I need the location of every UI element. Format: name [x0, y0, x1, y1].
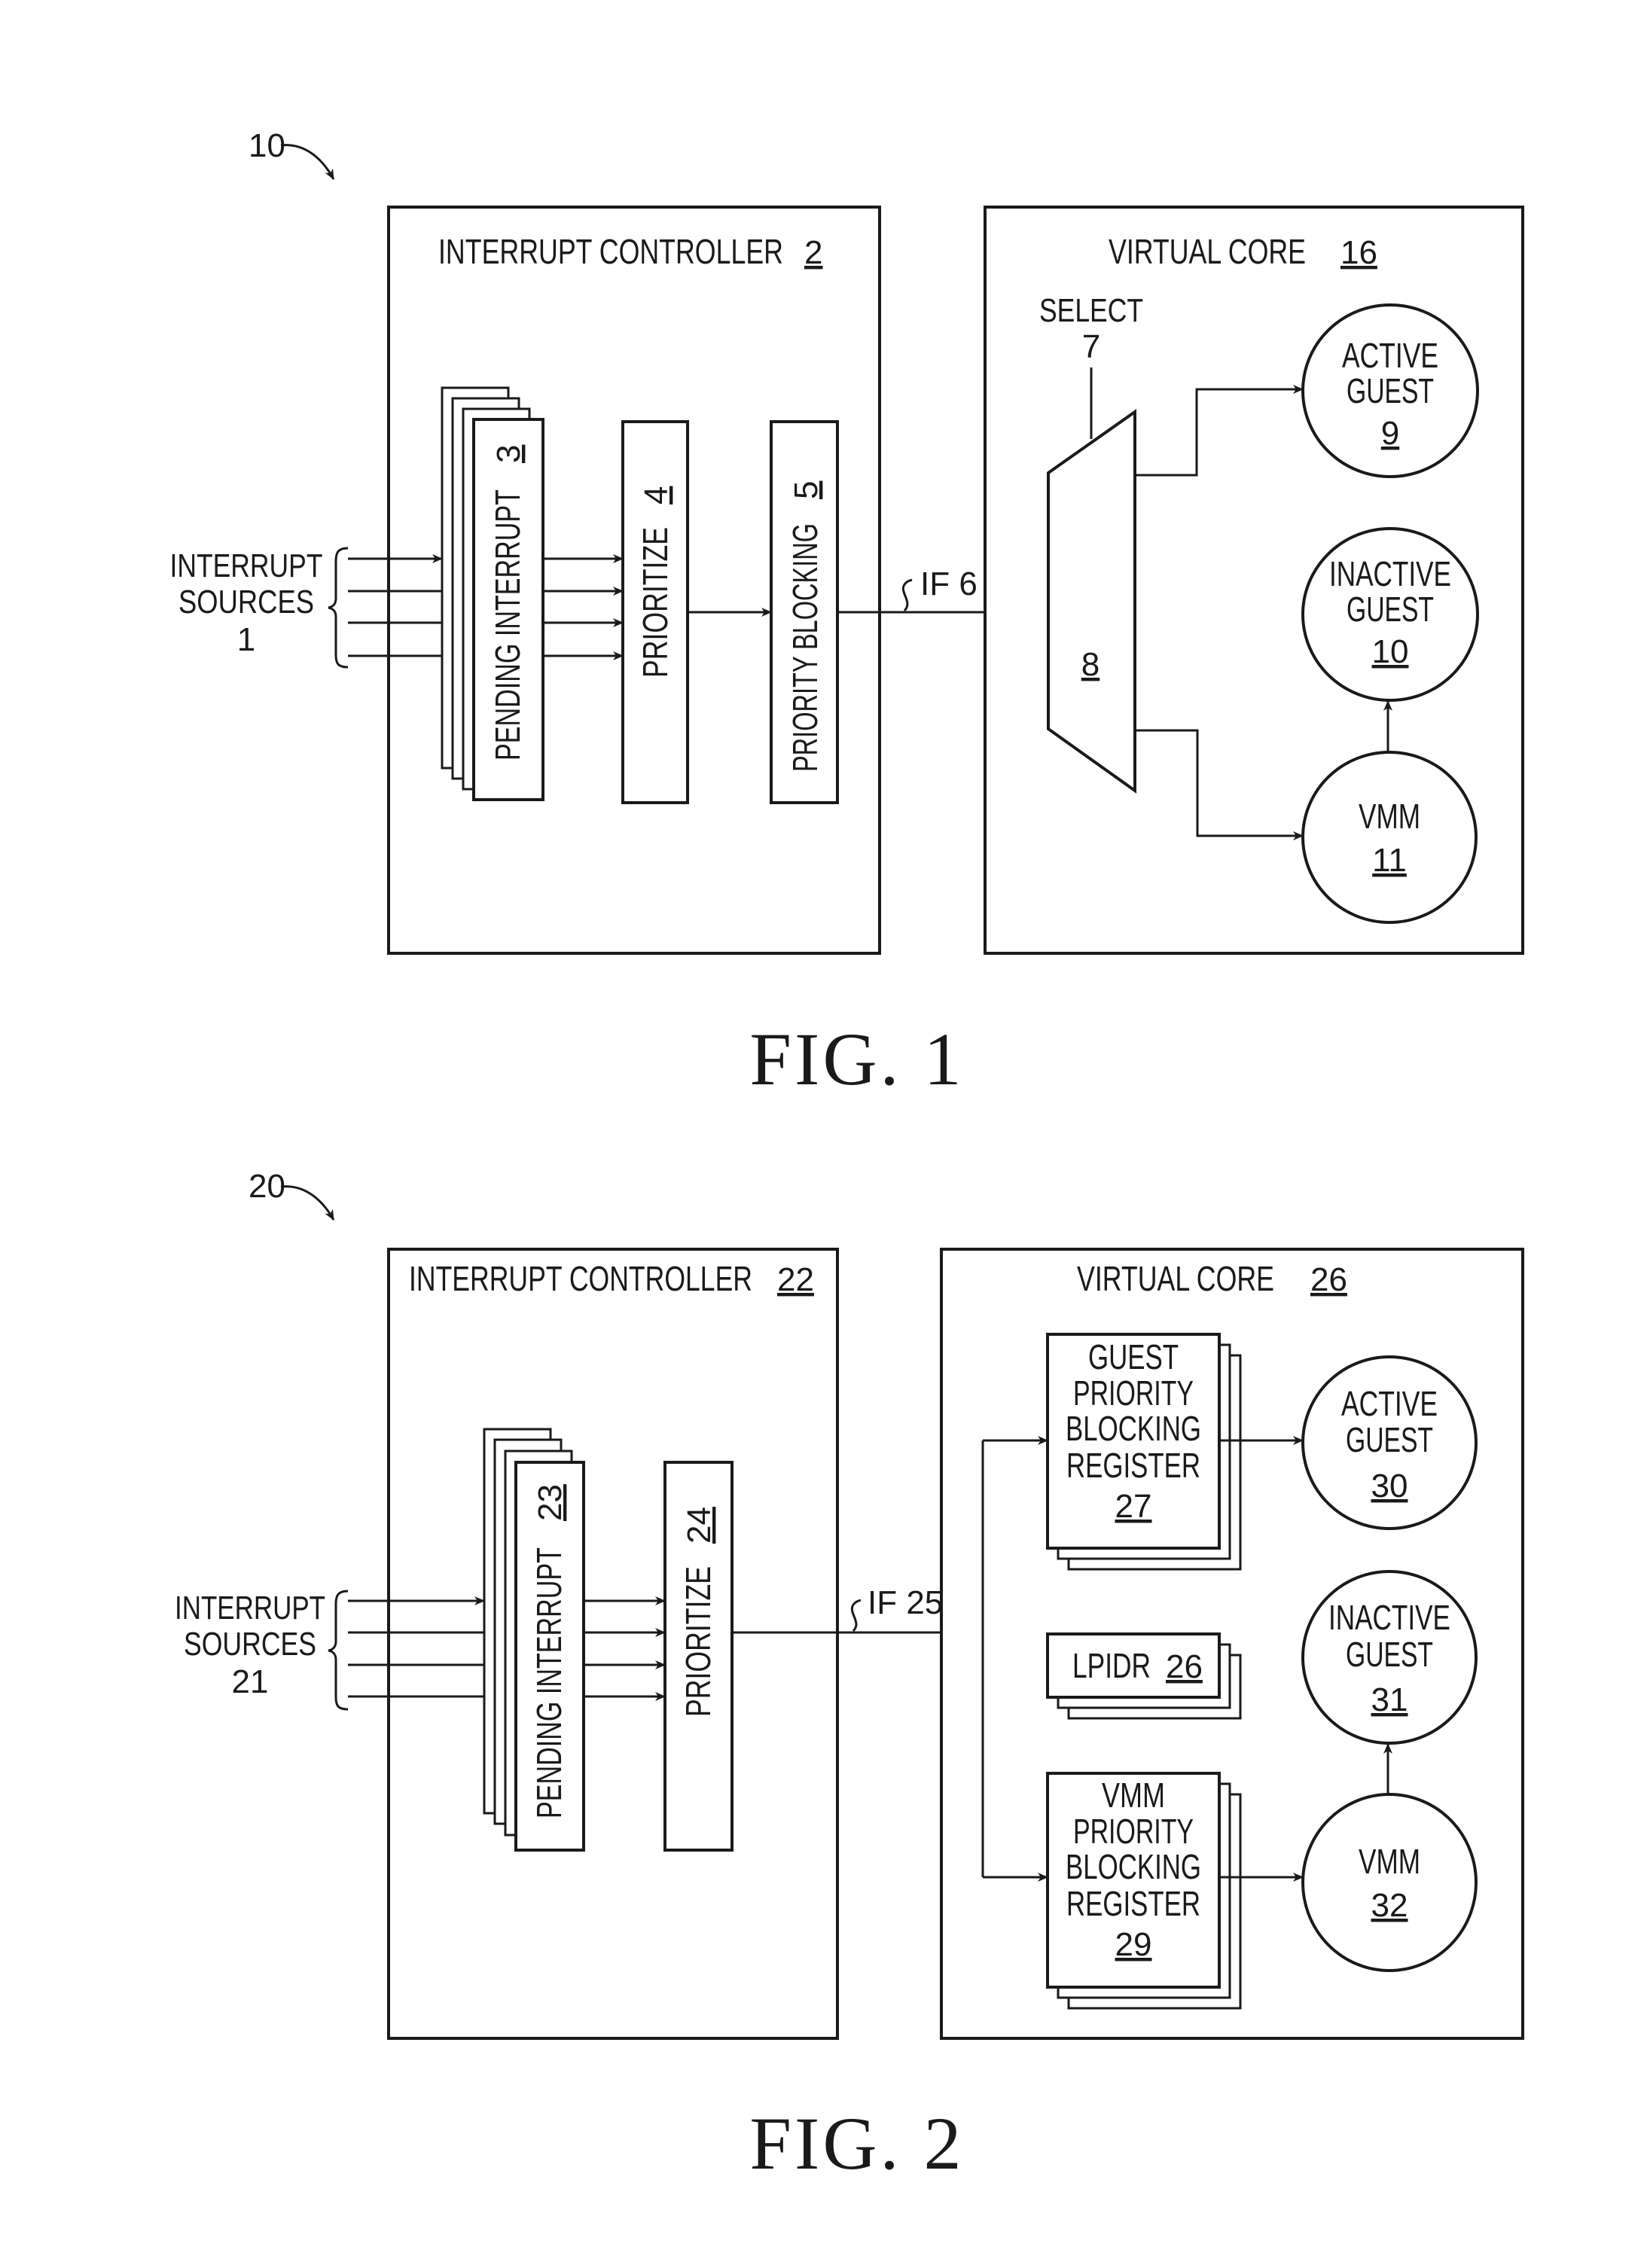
pending-interrupt-ref: 3 [490, 445, 527, 463]
interrupt-sources-line1: INTERRUPT [170, 547, 323, 584]
pending-interrupt-label: PENDING INTERRUPT [488, 489, 527, 761]
inactive-guest-10: INACTIVE GUEST 10 [1301, 527, 1479, 702]
svg-text:21: 21 [232, 1663, 269, 1700]
svg-text:32: 32 [1371, 1887, 1408, 1924]
interface-6-leader [901, 578, 913, 612]
select-label: SELECT [1039, 292, 1143, 329]
vmm-priority-blocking-register-29: VMM PRIORITY BLOCKING REGISTER 29 [1046, 1772, 1242, 2010]
multiplexer-ref: 8 [1081, 646, 1100, 683]
svg-text:GUEST: GUEST [1088, 1337, 1179, 1376]
svg-text:VMM: VMM [1102, 1776, 1165, 1815]
svg-text:SOURCES: SOURCES [184, 1626, 316, 1663]
pending-interrupt-3: PENDING INTERRUPT 3 [441, 386, 544, 801]
interface-25-label: IF 25 [868, 1584, 943, 1621]
svg-text:27: 27 [1115, 1488, 1152, 1525]
svg-text:PENDING INTERRUPT: PENDING INTERRUPT [529, 1547, 569, 1818]
interrupt-controller-ref: 22 [777, 1261, 814, 1298]
figure-1-ref-label: 10 [249, 127, 285, 164]
svg-text:LPIDR: LPIDR [1072, 1646, 1151, 1685]
svg-text:24: 24 [681, 1507, 718, 1544]
interrupt-sources-21: INTERRUPT SOURCES 21 [175, 1590, 349, 1711]
brace-icon [328, 547, 349, 669]
svg-text:PRIORITY: PRIORITY [1073, 1373, 1194, 1413]
svg-text:10: 10 [1372, 633, 1409, 670]
vmm-11: VMM 11 [1301, 751, 1478, 924]
select-ref: 7 [1082, 328, 1100, 365]
interrupt-controller-label: INTERRUPT CONTROLLER [409, 1259, 752, 1298]
svg-text:9: 9 [1381, 415, 1399, 452]
interrupt-sources-1: INTERRUPT SOURCES 1 [170, 547, 349, 669]
interrupt-controller-ref: 2 [804, 234, 822, 271]
svg-text:INACTIVE: INACTIVE [1329, 554, 1451, 593]
figure-1-ref-arrow [280, 144, 335, 180]
svg-text:31: 31 [1371, 1681, 1408, 1718]
interrupt-controller-label: INTERRUPT CONTROLLER [438, 232, 783, 271]
multiplexer-8 [1047, 409, 1136, 794]
prioritize-4: PRIORITIZE 4 [621, 420, 689, 804]
svg-text:REGISTER: REGISTER [1066, 1884, 1200, 1923]
guest-priority-blocking-register-27: GUEST PRIORITY BLOCKING REGISTER 27 [1046, 1333, 1242, 1571]
svg-text:GUEST: GUEST [1346, 1635, 1433, 1674]
svg-text:REGISTER: REGISTER [1066, 1446, 1200, 1485]
svg-text:INACTIVE: INACTIVE [1328, 1598, 1450, 1637]
svg-text:GUEST: GUEST [1347, 371, 1434, 410]
svg-text:VMM: VMM [1359, 797, 1420, 836]
figure-2-ref-arrow [280, 1185, 335, 1221]
svg-text:11: 11 [1372, 842, 1407, 879]
interface-6-label: IF 6 [920, 565, 978, 602]
virtual-core-label: VIRTUAL CORE [1109, 232, 1306, 271]
interrupt-sources-ref: 1 [237, 621, 255, 658]
svg-text:PRIORITY: PRIORITY [1073, 1812, 1194, 1851]
pending-interrupt-23: PENDING INTERRUPT 23 [483, 1428, 585, 1852]
active-guest-30: ACTIVE GUEST 30 [1301, 1355, 1478, 1530]
virtual-core-ref: 16 [1340, 234, 1377, 271]
figure-2: 20 INTERRUPT SOURCES 21 INTERRUPT CONTRO… [175, 1168, 1524, 2185]
svg-text:30: 30 [1371, 1468, 1408, 1504]
svg-text:INTERRUPT: INTERRUPT [175, 1590, 325, 1626]
figure-2-caption: FIG. 2 [749, 2102, 964, 2185]
svg-text:VMM: VMM [1359, 1842, 1420, 1881]
brace-icon [328, 1590, 349, 1711]
virtual-core-ref: 26 [1310, 1261, 1347, 1298]
interrupt-controller-22 [387, 1248, 839, 2040]
svg-text:23: 23 [532, 1484, 569, 1521]
prioritize-label: PRIORITIZE [636, 527, 675, 678]
figure-2-ref-label: 20 [249, 1168, 285, 1205]
svg-text:GUEST: GUEST [1347, 590, 1434, 629]
inactive-guest-31: INACTIVE GUEST 31 [1301, 1570, 1478, 1745]
svg-text:ACTIVE: ACTIVE [1341, 1384, 1438, 1423]
figure-1: 10 INTERRUPT SOURCES 1 INTERRUPT CONTROL… [170, 127, 1524, 1101]
lpidr-26: LPIDR 26 [1046, 1632, 1242, 1720]
active-guest-9: ACTIVE GUEST 9 [1301, 303, 1479, 478]
virtual-core-label: VIRTUAL CORE [1077, 1259, 1274, 1298]
svg-text:PRIORITIZE: PRIORITIZE [679, 1566, 718, 1717]
priority-blocking-5: PRIORITY BLOCKING 5 [770, 420, 839, 804]
priority-blocking-ref: 5 [788, 481, 825, 499]
svg-text:26: 26 [1166, 1648, 1203, 1685]
patent-drawing-sheet: 10 INTERRUPT SOURCES 1 INTERRUPT CONTROL… [170, 127, 1524, 2185]
svg-text:GUEST: GUEST [1346, 1420, 1433, 1459]
svg-text:29: 29 [1115, 1926, 1152, 1963]
figure-1-caption: FIG. 1 [749, 1017, 964, 1101]
prioritize-24: PRIORITIZE 24 [663, 1461, 734, 1852]
svg-text:BLOCKING: BLOCKING [1066, 1847, 1201, 1886]
svg-text:BLOCKING: BLOCKING [1066, 1409, 1201, 1448]
interrupt-sources-line2: SOURCES [178, 584, 314, 620]
svg-text:ACTIVE: ACTIVE [1342, 336, 1438, 375]
vmm-32: VMM 32 [1301, 1793, 1478, 1972]
priority-blocking-label: PRIORITY BLOCKING [785, 523, 825, 772]
prioritize-ref: 4 [638, 486, 675, 505]
interface-25-leader [850, 1599, 862, 1632]
